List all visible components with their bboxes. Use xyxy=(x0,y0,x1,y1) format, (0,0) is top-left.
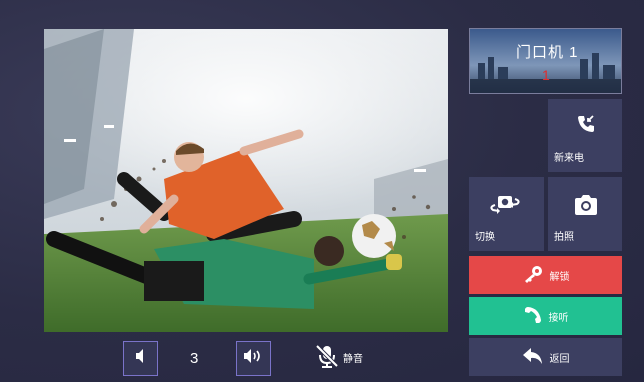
key-icon xyxy=(522,265,544,286)
new-call-label: 新来电 xyxy=(554,153,584,164)
volume-level: 3 xyxy=(190,350,199,367)
photo-label: 拍照 xyxy=(554,232,574,243)
mute-button[interactable]: 静音 xyxy=(314,343,363,372)
unlock-button[interactable]: 解锁 xyxy=(469,256,622,294)
phone-icon xyxy=(523,305,543,328)
photo-button[interactable]: 拍照 xyxy=(548,177,622,251)
door-station-tile[interactable]: 门口机 1 1 xyxy=(469,28,622,94)
video-feed xyxy=(44,29,448,332)
volume-down-button[interactable] xyxy=(123,341,158,376)
mute-label: 静音 xyxy=(343,354,363,365)
unlock-label: 解锁 xyxy=(549,271,570,283)
answer-button[interactable]: 接听 xyxy=(469,297,622,335)
back-label: 返回 xyxy=(549,353,570,365)
door-station-title: 门口机 1 xyxy=(516,44,579,61)
switch-label: 切换 xyxy=(475,232,495,243)
switch-camera-button[interactable]: 切换 xyxy=(469,177,544,251)
back-arrow-icon xyxy=(522,347,544,368)
camera-icon xyxy=(573,194,599,221)
volume-up-icon xyxy=(242,348,266,369)
new-call-button[interactable]: 新来电 xyxy=(548,99,622,172)
back-button[interactable]: 返回 xyxy=(469,338,622,376)
volume-down-icon xyxy=(133,348,149,369)
camera-switch-icon xyxy=(485,193,525,220)
mic-off-icon xyxy=(314,343,340,372)
volume-up-button[interactable] xyxy=(236,341,271,376)
phone-incoming-icon xyxy=(575,113,597,140)
door-station-number: 1 xyxy=(542,67,550,83)
answer-label: 接听 xyxy=(548,312,569,324)
